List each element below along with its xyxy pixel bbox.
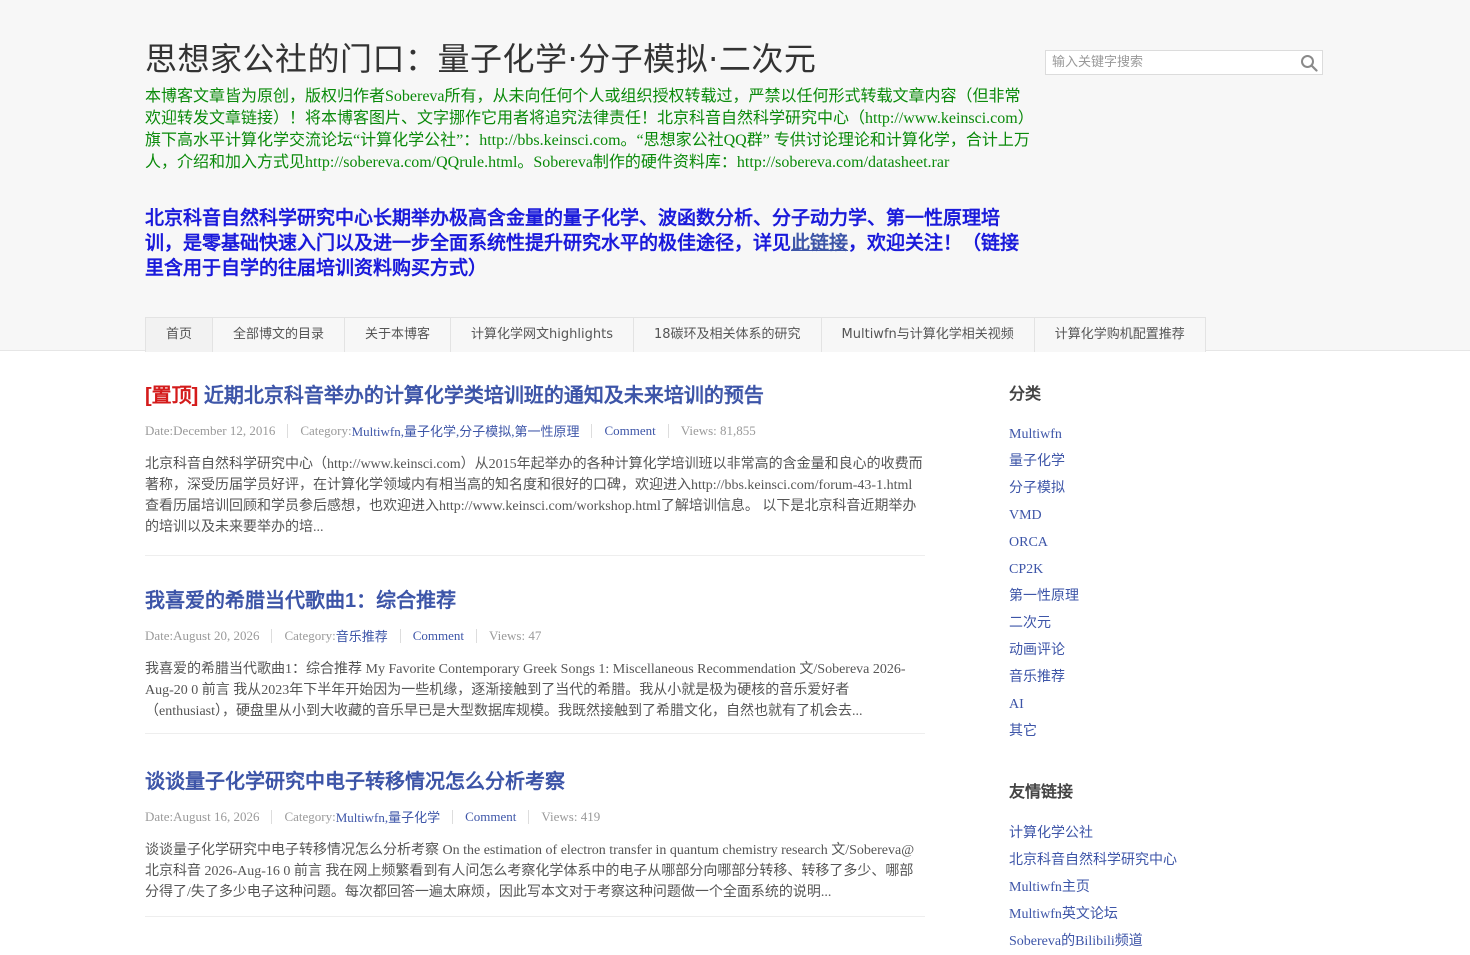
nav-about[interactable]: 关于本博客: [345, 318, 452, 352]
friend-link-item: Multiwfn主页: [1009, 874, 1229, 901]
category-link[interactable]: ORCA: [1009, 535, 1048, 550]
promo-link[interactable]: 此链接: [791, 233, 848, 254]
post-views: Views: 81,855: [680, 422, 756, 438]
post-excerpt: 北京科音自然科学研究中心（http://www.keinsci.com）从201…: [145, 457, 923, 535]
category-item: 分子模拟: [1009, 475, 1229, 502]
category-link[interactable]: 第一性原理: [1009, 589, 1079, 604]
category-list: Multiwfn 量子化学 分子模拟 VMD ORCA CP2K 第一性原理 二…: [1009, 421, 1229, 745]
post-comment-link[interactable]: Comment: [604, 423, 655, 439]
post-date: December 12, 2016: [173, 422, 276, 438]
category-item: 量子化学: [1009, 448, 1229, 475]
friend-link[interactable]: 计算化学公社: [1009, 826, 1093, 841]
categories-heading: 分类: [1009, 386, 1042, 403]
friend-link[interactable]: Sobereva的Bilibili频道: [1009, 934, 1143, 949]
category-link[interactable]: AI: [1009, 697, 1024, 712]
category-link[interactable]: 其它: [1009, 724, 1037, 739]
post-date: August 20, 2026: [173, 627, 260, 643]
training-promo: 北京科音自然科学研究中心长期举办极高含金量的量子化学、波函数分析、分子动力学、第…: [145, 206, 1030, 281]
search-input[interactable]: [1046, 51, 1298, 74]
nav-hardware[interactable]: 计算化学购机配置推荐: [1035, 318, 1205, 352]
category-item: ORCA: [1009, 529, 1229, 556]
post-title-text[interactable]: 近期北京科音举办的计算化学类培训班的通知及未来培训的预告: [204, 385, 764, 407]
post-meta: Date: August 16, 2026 Category: Multiwfn…: [145, 807, 925, 826]
meta-divider: [271, 628, 273, 643]
pinned-badge: [置顶]: [145, 385, 199, 407]
friend-link[interactable]: 北京科音自然科学研究中心: [1009, 853, 1177, 868]
site-title[interactable]: 思想家公社的门口：量子化学·分子模拟·二次元: [145, 34, 816, 80]
post-categories[interactable]: Multiwfn,量子化学: [336, 807, 440, 826]
post-excerpt: 谈谈量子化学研究中电子转移情况怎么分析考察 On the estimation …: [145, 843, 915, 900]
category-link[interactable]: 音乐推荐: [1009, 670, 1065, 685]
links-heading: 友情链接: [1009, 784, 1074, 801]
friend-links-list: 计算化学公社 北京科音自然科学研究中心 Multiwfn主页 Multiwfn英…: [1009, 820, 1229, 955]
meta-divider: [591, 423, 593, 438]
nav-cyclo18[interactable]: 18碳环及相关体系的研究: [634, 318, 822, 352]
post-views: Views: 47: [489, 627, 542, 643]
meta-divider: [476, 628, 478, 643]
category-item: Multiwfn: [1009, 421, 1229, 448]
post-date-label: Date:: [145, 808, 174, 824]
category-item: 音乐推荐: [1009, 664, 1229, 691]
post-date: August 16, 2026: [173, 808, 260, 824]
post-item: 我喜爱的希腊当代歌曲1：综合推荐 Date: August 20, 2026 C…: [145, 585, 925, 734]
post-category-label: Category:: [284, 808, 336, 824]
post-comment-link[interactable]: Comment: [413, 628, 464, 644]
category-link[interactable]: 量子化学: [1009, 454, 1065, 469]
friend-link[interactable]: Multiwfn主页: [1009, 880, 1090, 895]
meta-divider: [528, 809, 530, 824]
friend-link[interactable]: Multiwfn英文论坛: [1009, 907, 1118, 922]
sidebar: 分类 Multiwfn 量子化学 分子模拟 VMD ORCA CP2K 第一性原…: [1009, 380, 1229, 955]
category-item: AI: [1009, 691, 1229, 718]
post-title[interactable]: [置顶] 近期北京科音举办的计算化学类培训班的通知及未来培训的预告: [145, 380, 925, 412]
copyright-notice: 本博客文章皆为原创，版权归作者Sobereva所有，从未向任何个人或组织授权转载…: [145, 88, 1030, 171]
post-list: [置顶] 近期北京科音举办的计算化学类培训班的通知及未来培训的预告 Date: …: [145, 380, 925, 917]
category-link[interactable]: 二次元: [1009, 616, 1051, 631]
nav-all-posts[interactable]: 全部博文的目录: [213, 318, 346, 352]
friend-link-item: 北京科音自然科学研究中心: [1009, 847, 1229, 874]
main-nav: 首页 全部博文的目录 关于本博客 计算化学网文highlights 18碳环及相…: [145, 317, 1206, 352]
category-item: 第一性原理: [1009, 583, 1229, 610]
post-views: Views: 419: [541, 808, 601, 824]
post-item: [置顶] 近期北京科音举办的计算化学类培训班的通知及未来培训的预告 Date: …: [145, 380, 925, 556]
post-item: 谈谈量子化学研究中电子转移情况怎么分析考察 Date: August 16, 2…: [145, 766, 925, 917]
category-link[interactable]: VMD: [1009, 508, 1042, 523]
friend-link-item: Multiwfn英文论坛: [1009, 901, 1229, 928]
post-category-label: Category:: [300, 422, 352, 438]
post-excerpt: 我喜爱的希腊当代歌曲1：综合推荐 My Favorite Contemporar…: [145, 662, 906, 719]
category-item: VMD: [1009, 502, 1229, 529]
post-categories[interactable]: 音乐推荐: [336, 626, 388, 645]
category-item: CP2K: [1009, 556, 1229, 583]
post-date-label: Date:: [145, 422, 174, 438]
meta-divider: [452, 809, 454, 824]
friend-link-item: Sobereva的Bilibili频道: [1009, 928, 1229, 955]
category-link[interactable]: 动画评论: [1009, 643, 1065, 658]
search-icon[interactable]: [1300, 54, 1318, 72]
post-title[interactable]: 谈谈量子化学研究中电子转移情况怎么分析考察: [145, 766, 925, 798]
category-item: 动画评论: [1009, 637, 1229, 664]
post-meta: Date: December 12, 2016 Category: Multiw…: [145, 421, 925, 440]
meta-divider: [667, 423, 669, 438]
meta-divider: [399, 628, 401, 643]
category-item: 二次元: [1009, 610, 1229, 637]
meta-divider: [287, 423, 289, 438]
category-link[interactable]: 分子模拟: [1009, 481, 1065, 496]
nav-home[interactable]: 首页: [146, 318, 214, 352]
post-meta: Date: August 20, 2026 Category: 音乐推荐 Com…: [145, 626, 925, 645]
nav-highlights[interactable]: 计算化学网文highlights: [451, 318, 634, 352]
category-link[interactable]: CP2K: [1009, 562, 1043, 577]
post-comment-link[interactable]: Comment: [465, 809, 516, 825]
post-categories[interactable]: Multiwfn,量子化学,分子模拟,第一性原理: [352, 421, 580, 440]
post-date-label: Date:: [145, 627, 174, 643]
meta-divider: [271, 809, 273, 824]
search-box: [1045, 50, 1323, 75]
category-item: 其它: [1009, 718, 1229, 745]
nav-videos[interactable]: Multiwfn与计算化学相关视频: [822, 318, 1035, 352]
category-link[interactable]: Multiwfn: [1009, 427, 1062, 442]
post-title[interactable]: 我喜爱的希腊当代歌曲1：综合推荐: [145, 585, 925, 617]
post-category-label: Category:: [284, 627, 336, 643]
friend-link-item: 计算化学公社: [1009, 820, 1229, 847]
